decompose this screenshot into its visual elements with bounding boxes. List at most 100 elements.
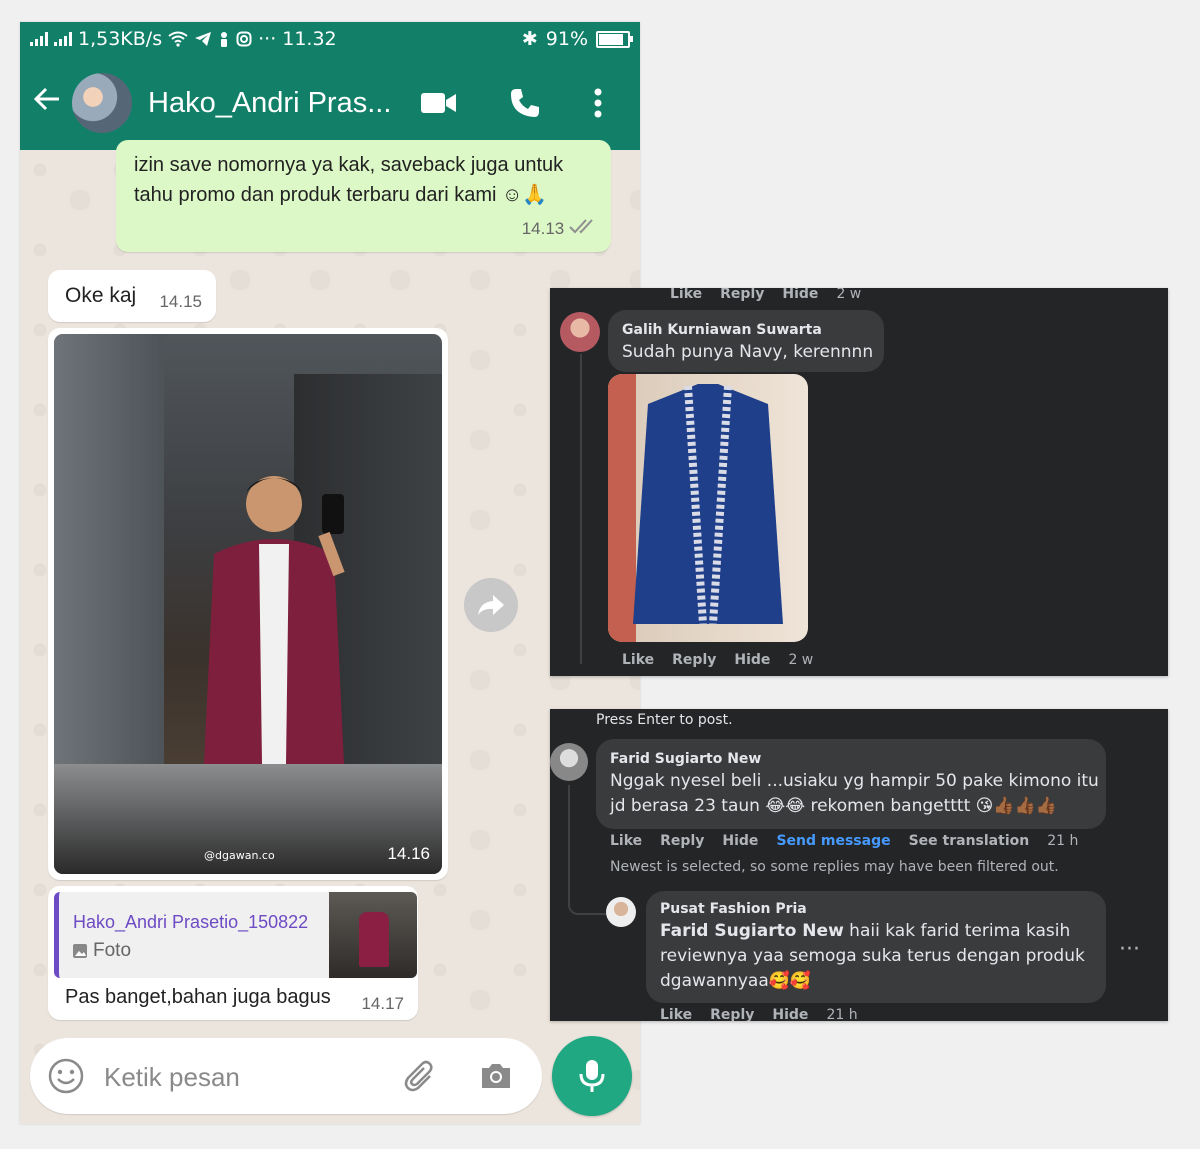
like-link[interactable]: Like bbox=[660, 1007, 692, 1021]
attach-button[interactable] bbox=[402, 1058, 438, 1099]
comment-bubble: Galih Kurniawan Suwarta Sudah punya Navy… bbox=[608, 310, 884, 372]
reply-text-line: dgawannyaa🥰🥰 bbox=[660, 971, 812, 991]
image-message[interactable]: @dgawan.co 14.16 bbox=[48, 328, 448, 880]
hide-link[interactable]: Hide bbox=[722, 833, 758, 849]
status-overflow: ··· bbox=[258, 28, 277, 50]
menu-button[interactable] bbox=[568, 88, 628, 118]
message-time: 14.15 bbox=[159, 292, 202, 311]
send-message-link[interactable]: Send message bbox=[776, 833, 890, 849]
comment-age: 2 w bbox=[836, 288, 862, 302]
hide-link[interactable]: Hide bbox=[782, 288, 818, 302]
emoji-icon bbox=[48, 1058, 84, 1094]
photo-icon bbox=[73, 944, 87, 958]
chat-header: Hako_Andri Pras... bbox=[20, 56, 640, 150]
reply-link[interactable]: Reply bbox=[660, 833, 704, 849]
forward-icon bbox=[478, 595, 504, 615]
mention-link[interactable]: Farid Sugiarto New bbox=[660, 921, 844, 941]
reply-connector bbox=[568, 899, 606, 915]
comment-age: 2 w bbox=[788, 652, 814, 668]
message-input[interactable]: Ketik pesan bbox=[104, 1062, 240, 1093]
more-options-button[interactable]: ··· bbox=[1119, 937, 1140, 962]
comment-author[interactable]: Galih Kurniawan Suwarta bbox=[622, 322, 822, 338]
voice-record-button[interactable] bbox=[552, 1036, 632, 1116]
facebook-comment-panel: Press Enter to post. Farid Sugiarto New … bbox=[550, 709, 1168, 1021]
avatar[interactable] bbox=[606, 897, 636, 927]
navy-jacket-image bbox=[608, 374, 783, 642]
network-speed: 1,53KB/s bbox=[78, 28, 163, 50]
message-input-bar[interactable]: Ketik pesan bbox=[30, 1038, 542, 1114]
reply-author[interactable]: Pusat Fashion Pria bbox=[660, 901, 807, 917]
message-time: 14.17 bbox=[361, 994, 404, 1013]
quoted-thumbnail bbox=[329, 892, 417, 978]
comment-actions: Like Reply Hide 21 h bbox=[660, 1007, 858, 1021]
reply-text-line: reviewnya yaa semoga suka terus dengan p… bbox=[660, 946, 1085, 966]
battery-icon bbox=[596, 30, 633, 48]
like-link[interactable]: Like bbox=[610, 833, 642, 849]
incoming-message[interactable]: Oke kaj 14.15 bbox=[48, 270, 216, 322]
like-link[interactable]: Like bbox=[670, 288, 702, 302]
quoted-message[interactable]: Hako_Andri Prasetio_150822 Foto bbox=[54, 892, 417, 978]
hide-link[interactable]: Hide bbox=[734, 652, 770, 668]
camera-icon bbox=[482, 1064, 510, 1088]
person-figure bbox=[204, 476, 345, 764]
comment-actions: Like Reply Hide 2 w bbox=[622, 652, 813, 668]
signal-icon bbox=[54, 32, 72, 46]
clock: 11.32 bbox=[282, 28, 337, 50]
camera-button[interactable] bbox=[478, 1058, 514, 1099]
like-link[interactable]: Like bbox=[622, 652, 654, 668]
emoji-button[interactable] bbox=[48, 1058, 84, 1099]
voice-call-button[interactable] bbox=[482, 87, 568, 119]
chat-area: izin save nomornya ya kak, saveback juga… bbox=[20, 140, 640, 1124]
arrow-left-icon bbox=[33, 87, 59, 110]
paperclip-icon bbox=[404, 1060, 433, 1092]
comment-author[interactable]: Farid Sugiarto New bbox=[610, 751, 761, 767]
telegram-icon bbox=[195, 32, 212, 46]
press-enter-hint: Press Enter to post. bbox=[596, 712, 733, 728]
reply-bubble: Pusat Fashion Pria Farid Sugiarto New ha… bbox=[646, 891, 1106, 1003]
whatsapp-screen: 1,53KB/s ··· 11.32 ✱ 91% Hako_Andri Pras… bbox=[20, 22, 640, 1124]
message-time: 14.13 bbox=[521, 219, 565, 238]
quoted-author: Hako_Andri Prasetio_150822 bbox=[73, 912, 309, 932]
see-translation-link[interactable]: See translation bbox=[909, 833, 1030, 849]
video-call-button[interactable] bbox=[396, 91, 482, 115]
forward-button[interactable] bbox=[464, 578, 518, 632]
reply-link[interactable]: Reply bbox=[672, 652, 716, 668]
message-text: Pas banget,bahan juga bagus bbox=[65, 986, 331, 1008]
message-time: 14.16 bbox=[387, 844, 430, 863]
avatar[interactable] bbox=[550, 743, 588, 781]
comment-actions: Like Reply Hide 2 w bbox=[670, 288, 861, 302]
comment-text-line: jd berasa 23 taun 😂😂 rekomen bangetttt 😘… bbox=[610, 796, 1057, 816]
reply-text: haii kak farid terima kasih bbox=[843, 921, 1071, 941]
comment-bubble: Farid Sugiarto New Nggak nyesel beli ...… bbox=[596, 739, 1106, 829]
more-vertical-icon bbox=[594, 88, 602, 118]
contact-avatar[interactable] bbox=[72, 73, 132, 133]
double-check-icon bbox=[569, 219, 593, 234]
reply-link[interactable]: Reply bbox=[710, 1007, 754, 1021]
image-watermark: @dgawan.co bbox=[204, 849, 275, 862]
comment-photo[interactable] bbox=[608, 374, 808, 642]
message-text: izin save nomornya ya kak, saveback juga… bbox=[134, 154, 564, 206]
reply-link[interactable]: Reply bbox=[720, 288, 764, 302]
outgoing-message[interactable]: izin save nomornya ya kak, saveback juga… bbox=[116, 140, 611, 252]
comment-text-line: Nggak nyesel beli ...usiaku yg hampir 50… bbox=[610, 771, 1099, 791]
microphone-icon bbox=[579, 1060, 605, 1092]
status-bar: 1,53KB/s ··· 11.32 ✱ 91% bbox=[20, 22, 640, 56]
reply-message[interactable]: Hako_Andri Prasetio_150822 Foto Pas bang… bbox=[48, 886, 418, 1020]
avatar[interactable] bbox=[560, 312, 600, 352]
wifi-icon bbox=[168, 31, 188, 47]
message-text: Oke kaj bbox=[65, 284, 137, 307]
battery-percent: 91% bbox=[545, 28, 588, 50]
thread-line bbox=[568, 785, 570, 907]
comment-actions: Like Reply Hide Send message See transla… bbox=[610, 833, 1078, 849]
contact-name[interactable]: Hako_Andri Pras... bbox=[148, 87, 396, 120]
video-call-icon bbox=[421, 93, 456, 113]
selfie-photo[interactable]: @dgawan.co 14.16 bbox=[54, 334, 442, 874]
instagram-icon bbox=[236, 31, 252, 47]
hide-link[interactable]: Hide bbox=[772, 1007, 808, 1021]
facebook-comment-panel: Like Reply Hide 2 w Galih Kurniawan Suwa… bbox=[550, 288, 1168, 676]
back-button[interactable] bbox=[32, 84, 72, 123]
bluetooth-icon: ✱ bbox=[521, 28, 538, 50]
comment-text: Sudah punya Navy, kerennnn bbox=[622, 342, 874, 362]
signal-icon bbox=[30, 32, 48, 46]
comment-age: 21 h bbox=[1047, 833, 1079, 849]
